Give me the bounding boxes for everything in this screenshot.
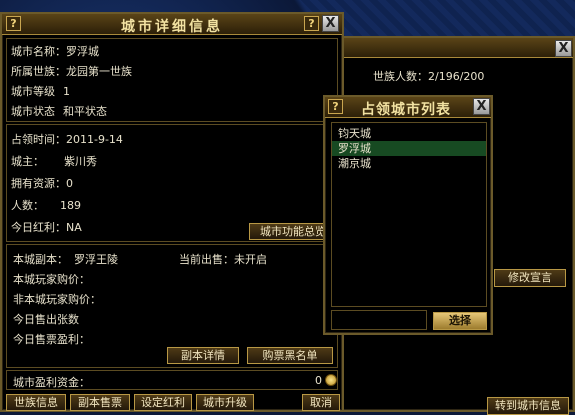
profit-section: 城市盈利资金： 0 [6,370,338,390]
population-label: 人数： [11,199,44,212]
city-name-value: 罗浮城 [66,45,99,58]
profit-value: 0 [315,374,322,387]
coin-icon [325,374,337,386]
occupation-info-section: 占领时间：2011-9-14 城主： 紫川秀 拥有资源：0 人数： 189 今日红利… [6,124,338,242]
goto-city-info-button[interactable]: 转到城市信息 [487,397,569,415]
city-lord-value: 紫川秀 [64,155,97,168]
dungeon-ticket-button[interactable]: 副本售票 [70,394,130,411]
city-list-close-button[interactable]: X [473,98,490,115]
nonlocal-price-row: 非本城玩家购价： [13,293,101,306]
city-detail-help-button-2[interactable]: ? [304,16,319,31]
occupy-time-row: 占领时间：2011-9-14 [11,131,123,147]
city-list: 钧天城 罗浮城 潮京城 [331,122,487,307]
city-level-row: 城市等级 1 [11,83,70,99]
profit-label: 城市盈利资金： [13,376,90,389]
edit-declaration-button[interactable]: 修改宣言 [494,269,566,287]
city-list-item[interactable]: 钧天城 [332,126,486,141]
clan-panel-close-button[interactable]: X [555,40,572,57]
basic-info-section: 城市名称：罗浮城 所属世族：龙园第一世族 城市等级 1 城市状态 和平状态 [6,38,338,122]
dungeon-label: 本城副本： [13,253,68,266]
dungeon-section: 本城副本： 罗浮王陵 当前出售：未开启 本城玩家购价： 非本城玩家购价： 今日售出… [6,244,338,368]
city-detail-title: 城市详细信息 [121,19,223,35]
city-detail-titlebar: ? 城市详细信息 ? X [2,14,342,35]
sale-label: 当前出售： [179,253,234,266]
clan-members-value: 2/196/200 [428,70,485,83]
city-lord-label: 城主： [11,155,44,168]
dividend-row: 今日红利：NA [11,219,82,235]
city-list-window: ? 占领城市列表 X 钧天城 罗浮城 潮京城 选择 [323,95,493,335]
population-value: 189 [60,199,81,212]
city-list-titlebar: ? 占领城市列表 X [325,97,491,118]
city-lord-row: 城主： 紫川秀 [11,153,97,169]
dungeon-detail-button[interactable]: 副本详情 [167,347,239,364]
sale-value: 未开启 [234,253,267,266]
sale-row: 当前出售：未开启 [179,251,267,267]
occupy-time-label: 占领时间： [11,133,66,146]
population-row: 人数： 189 [11,197,81,213]
city-status-label: 城市状态 [11,105,55,118]
clan-info-button[interactable]: 世族信息 [6,394,66,411]
resources-label: 拥有资源： [11,177,66,190]
clan-row: 所属世族：龙园第一世族 [11,63,132,79]
dungeon-value: 罗浮王陵 [74,253,118,266]
city-name-label: 城市名称： [11,45,66,58]
dividend-label: 今日红利： [11,221,66,234]
resources-row: 拥有资源：0 [11,175,73,191]
clan-members-label: 世族人数：2/196/200 [373,68,484,84]
ticket-profit-row: 今日售票盈利： [13,333,90,346]
local-price-row: 本城玩家购价： [13,273,90,286]
city-level-label: 城市等级 [11,85,55,98]
clan-label: 所属世族： [11,65,66,78]
resources-value: 0 [66,177,73,190]
ticket-blacklist-button[interactable]: 购票黑名单 [247,347,333,364]
city-upgrade-button[interactable]: 城市升级 [196,394,254,411]
set-dividend-button[interactable]: 设定红利 [134,394,192,411]
city-level-value: 1 [63,85,70,98]
dungeon-row: 本城副本： 罗浮王陵 [13,251,118,267]
city-status-row: 城市状态 和平状态 [11,103,107,119]
city-list-item[interactable]: 潮京城 [332,156,486,171]
clan-panel-titlebar [337,38,573,58]
city-list-help-button[interactable]: ? [328,99,343,114]
select-button[interactable]: 选择 [433,312,487,330]
city-detail-help-button[interactable]: ? [6,16,21,31]
cancel-button[interactable]: 取消 [302,394,340,411]
dividend-value: NA [66,221,82,234]
city-detail-window: ? 城市详细信息 ? X 城市名称：罗浮城 所属世族：龙园第一世族 城市等级 1 … [0,12,344,412]
city-status-value: 和平状态 [63,105,107,118]
city-detail-close-button[interactable]: X [322,15,339,32]
sold-today-row: 今日售出张数 [13,313,79,326]
clan-value: 龙园第一世族 [66,65,132,78]
city-list-item-selected[interactable]: 罗浮城 [332,141,486,156]
occupy-time-value: 2011-9-14 [66,133,123,146]
clan-members-label-text: 世族人数： [373,70,428,83]
city-list-title: 占领城市列表 [361,102,451,118]
city-list-input-box [331,310,427,330]
city-name-row: 城市名称：罗浮城 [11,43,99,59]
